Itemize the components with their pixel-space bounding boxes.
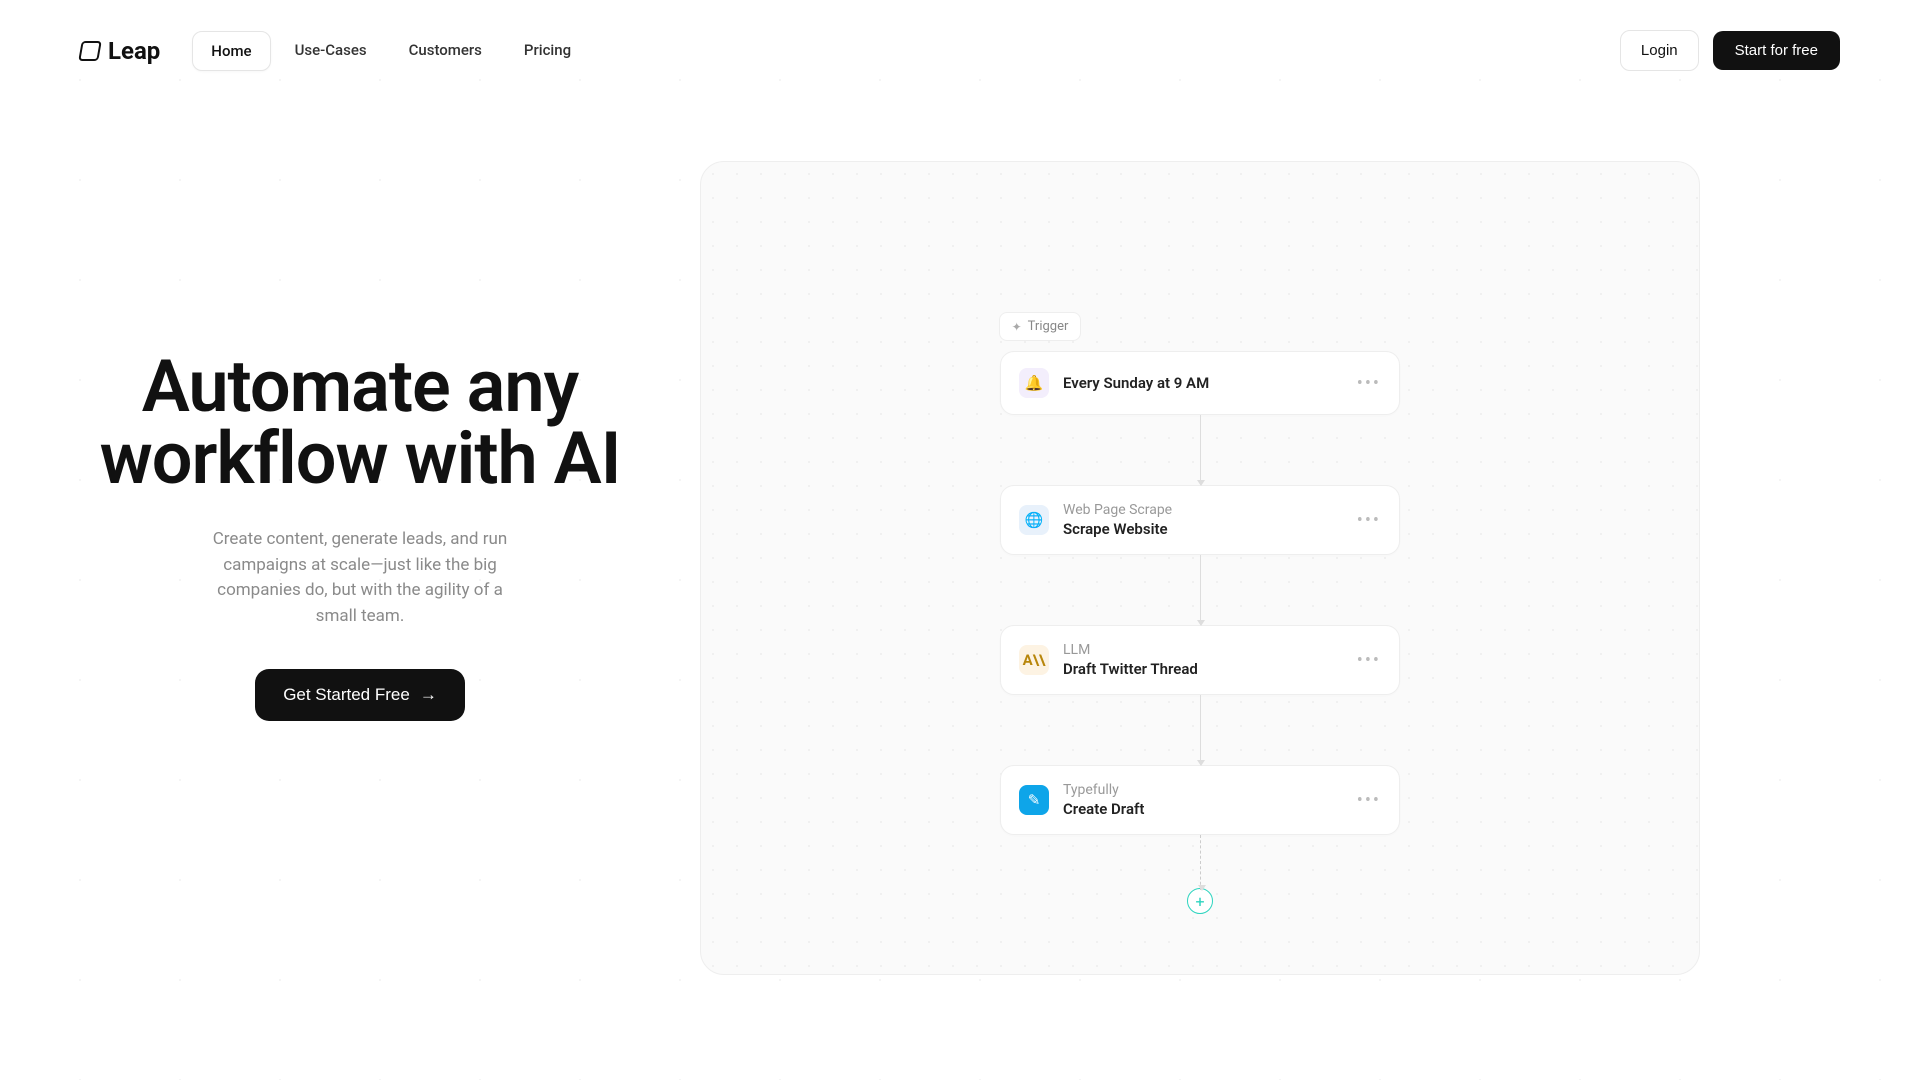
arrow-right-icon: → [420, 685, 437, 705]
login-button[interactable]: Login [1620, 30, 1699, 71]
nav: Home Use-Cases Customers Pricing [192, 31, 589, 71]
hero: Automate any workflow with AI Create con… [80, 161, 640, 975]
connector [1200, 415, 1201, 485]
pen-icon: ✎ [1019, 785, 1049, 815]
nav-pricing[interactable]: Pricing [506, 31, 589, 71]
nav-customers[interactable]: Customers [391, 31, 500, 71]
node-label: Typefully [1063, 782, 1343, 798]
logo[interactable]: Leap [80, 37, 160, 65]
nav-use-cases[interactable]: Use-Cases [277, 31, 385, 71]
main: Automate any workflow with AI Create con… [0, 101, 1920, 975]
logo-icon [78, 41, 102, 61]
ai-icon: A\\ [1019, 645, 1049, 675]
node-label: LLM [1063, 642, 1343, 658]
bell-icon: 🔔 [1019, 368, 1049, 398]
hero-subtitle: Create content, generate leads, and run … [200, 527, 520, 629]
header: Leap Home Use-Cases Customers Pricing Lo… [0, 0, 1920, 101]
connector-dashed [1200, 835, 1201, 890]
add-step-button[interactable]: + [1187, 888, 1213, 914]
node-text: Web Page Scrape Scrape Website [1063, 502, 1343, 538]
workflow-node-scrape[interactable]: 🌐 Web Page Scrape Scrape Website ••• [1000, 485, 1400, 555]
more-icon[interactable]: ••• [1357, 373, 1381, 394]
trigger-chip: ✦ Trigger [999, 312, 1082, 341]
get-started-button[interactable]: Get Started Free → [255, 669, 465, 721]
cta-label: Get Started Free [283, 685, 410, 705]
workflow-node-llm[interactable]: A\\ LLM Draft Twitter Thread ••• [1000, 625, 1400, 695]
node-title: Scrape Website [1063, 520, 1343, 538]
node-text: LLM Draft Twitter Thread [1063, 642, 1343, 678]
start-free-button[interactable]: Start for free [1713, 31, 1840, 70]
workflow-canvas: ✦ Trigger 🔔 Every Sunday at 9 AM ••• 🌐 W… [700, 161, 1700, 975]
node-label: Web Page Scrape [1063, 502, 1343, 518]
workflow-node-trigger[interactable]: 🔔 Every Sunday at 9 AM ••• [1000, 351, 1400, 415]
brand-name: Leap [108, 37, 160, 65]
more-icon[interactable]: ••• [1357, 790, 1381, 811]
connector [1200, 555, 1201, 625]
more-icon[interactable]: ••• [1357, 510, 1381, 531]
more-icon[interactable]: ••• [1357, 650, 1381, 671]
connector [1200, 695, 1201, 765]
node-title: Every Sunday at 9 AM [1063, 374, 1343, 392]
node-text: Typefully Create Draft [1063, 782, 1343, 818]
hero-title: Automate any workflow with AI [80, 351, 640, 495]
header-actions: Login Start for free [1620, 30, 1840, 71]
globe-icon: 🌐 [1019, 505, 1049, 535]
node-text: Every Sunday at 9 AM [1063, 374, 1343, 392]
trigger-label: Trigger [1028, 319, 1069, 334]
sparkle-icon: ✦ [1012, 320, 1022, 334]
workflow-node-typefully[interactable]: ✎ Typefully Create Draft ••• [1000, 765, 1400, 835]
nav-home[interactable]: Home [192, 31, 270, 71]
node-title: Draft Twitter Thread [1063, 660, 1343, 678]
node-title: Create Draft [1063, 800, 1343, 818]
